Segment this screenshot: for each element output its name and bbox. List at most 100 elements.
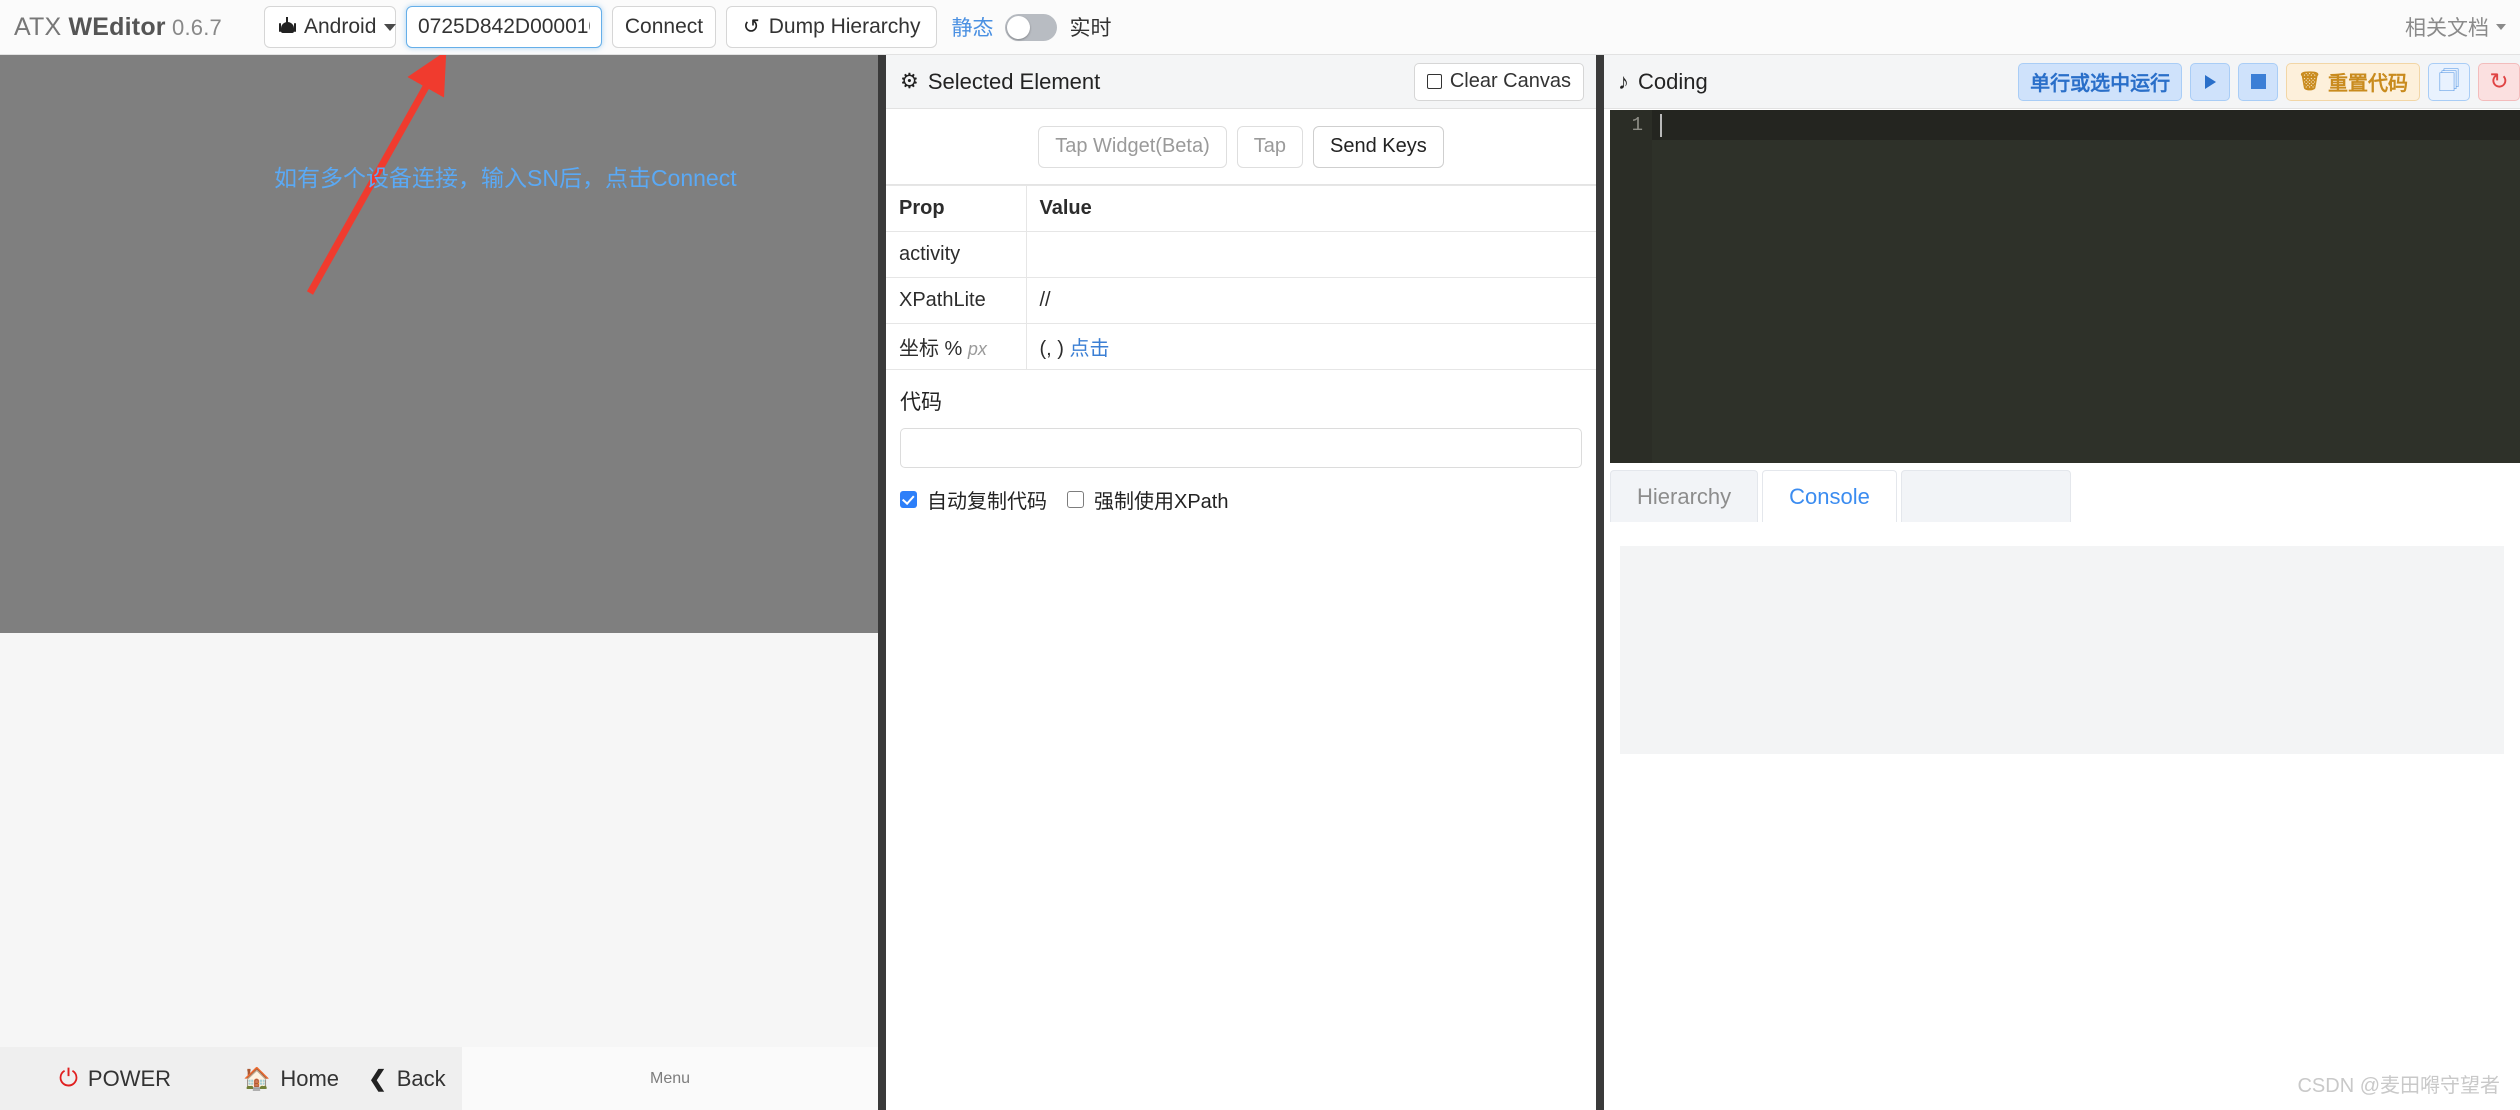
prop-value-activity [1026, 232, 1596, 278]
prop-value-coordinates: (, ) 点击 [1026, 324, 1596, 370]
refresh-icon: ↻ [743, 17, 760, 37]
code-options-row: 自动复制代码 强制使用XPath [900, 485, 1582, 514]
annotation-text: 如有多个设备连接，输入SN后，点击Connect [274, 160, 834, 197]
device-back-button[interactable]: ❮ Back [352, 1047, 462, 1110]
send-keys-label: Send Keys [1330, 135, 1427, 158]
element-actions-row: Tap Widget(Beta) Tap Send Keys [886, 109, 1596, 185]
copy-code-button[interactable]: 🗍 [2428, 63, 2470, 101]
related-docs-label: 相关文档 [2405, 12, 2489, 42]
coding-title: ♪ Coding [1618, 69, 1708, 95]
connect-button[interactable]: Connect [612, 6, 716, 48]
coding-toolbar: 单行或选中运行 🗑 重置代码 🗍 ↻ [2018, 63, 2520, 101]
device-screen-pane: 如有多个设备连接，输入SN后，点击Connect ⏻ POWER 🏠 Home … [0, 55, 878, 1110]
properties-table: Prop Value activity XPathLite // 坐标 % px… [886, 185, 1596, 370]
splitter-right[interactable] [1596, 55, 1604, 1110]
tap-button[interactable]: Tap [1237, 126, 1303, 168]
trash-icon: 🗑 [2298, 71, 2321, 92]
device-canvas[interactable]: 如有多个设备连接，输入SN后，点击Connect [0, 55, 878, 633]
app-title: ATX WEditor 0.6.7 [14, 13, 222, 42]
chevron-down-icon [2496, 24, 2506, 30]
run-selection-label: 单行或选中运行 [2030, 67, 2170, 96]
tab-hierarchy-label: Hierarchy [1637, 484, 1731, 510]
tap-label: Tap [1254, 135, 1286, 158]
platform-select[interactable]: Android [264, 6, 396, 48]
coord-label: 坐标 % [899, 338, 962, 360]
table-header-prop: Prop [886, 186, 1026, 232]
prop-name-coordinates: 坐标 % px [886, 324, 1026, 370]
stop-button[interactable] [2238, 63, 2278, 101]
splitter-left[interactable] [878, 55, 886, 1110]
power-icon: ⏻ [59, 1067, 78, 1091]
auto-copy-checkbox[interactable] [900, 491, 917, 508]
serial-number-input[interactable] [406, 6, 602, 48]
stop-icon [2251, 74, 2266, 89]
editor-active-line [1610, 110, 2520, 140]
prop-name-xpathlite: XPathLite [886, 278, 1026, 324]
brand-name: WEditor [69, 13, 166, 41]
tab-console-label: Console [1789, 484, 1870, 510]
code-label: 代码 [900, 386, 1582, 416]
chevron-left-icon: ❮ [368, 1068, 386, 1090]
mode-toggle-switch[interactable] [1005, 14, 1057, 41]
selected-element-pane: ⚙ Selected Element Clear Canvas Tap Widg… [886, 55, 1596, 1110]
send-keys-button[interactable]: Send Keys [1313, 126, 1444, 168]
dump-hierarchy-button[interactable]: ↻ Dump Hierarchy [726, 6, 937, 48]
prop-value-xpathlite: // [1026, 278, 1596, 324]
music-note-icon: ♪ [1618, 71, 1629, 93]
device-power-label: POWER [88, 1066, 171, 1092]
table-header-row: Prop Value [886, 186, 1596, 232]
editor-gutter: 1 [1610, 110, 1652, 463]
chevron-down-icon [384, 24, 396, 31]
coding-header: ♪ Coding 单行或选中运行 🗑 重置代码 🗍 ↻ [1604, 55, 2520, 109]
code-section: 代码 自动复制代码 强制使用XPath [886, 370, 1596, 514]
run-button[interactable] [2190, 63, 2230, 101]
device-control-bar: ⏻ POWER 🏠 Home ❮ Back Menu [0, 1047, 878, 1110]
toggle-knob [1007, 16, 1030, 39]
tab-hierarchy[interactable]: Hierarchy [1610, 470, 1758, 522]
selected-element-title: ⚙ Selected Element [900, 69, 1100, 95]
device-power-button[interactable]: ⏻ POWER [0, 1047, 230, 1110]
run-selection-button[interactable]: 单行或选中运行 [2018, 63, 2182, 101]
coord-click-link[interactable]: 点击 [1070, 338, 1110, 360]
mode-live-label: 实时 [1069, 12, 1111, 42]
tab-empty[interactable] [1901, 470, 2071, 522]
app-header: ATX WEditor 0.6.7 Android Connect ↻ Dump… [0, 0, 2520, 55]
connect-button-label: Connect [625, 15, 703, 39]
tab-console[interactable]: Console [1762, 470, 1897, 522]
coding-pane: ♪ Coding 单行或选中运行 🗑 重置代码 🗍 ↻ [1604, 55, 2520, 1110]
force-xpath-checkbox[interactable] [1067, 491, 1084, 508]
android-icon [279, 17, 296, 37]
console-panel [1604, 522, 2520, 1110]
home-icon: 🏠 [243, 1068, 270, 1090]
table-row: XPathLite // [886, 278, 1596, 324]
checkbox-icon [1427, 74, 1442, 89]
device-menu-label: Menu [650, 1070, 690, 1088]
auto-copy-label: 自动复制代码 [927, 485, 1047, 514]
code-editor[interactable]: 1 [1610, 110, 2520, 463]
tap-widget-button[interactable]: Tap Widget(Beta) [1038, 126, 1227, 168]
selected-element-title-label: Selected Element [928, 69, 1100, 95]
reset-code-button[interactable]: 🗑 重置代码 [2286, 63, 2420, 101]
device-home-label: Home [280, 1066, 339, 1092]
play-icon [2205, 75, 2216, 89]
mode-toggle-group: 静态 实时 [951, 12, 1111, 42]
related-docs-menu[interactable]: 相关文档 [2405, 12, 2506, 42]
selected-element-header: ⚙ Selected Element Clear Canvas [886, 55, 1596, 109]
console-output [1620, 546, 2504, 754]
reload-icon: ↻ [2489, 70, 2508, 93]
device-home-button[interactable]: 🏠 Home [230, 1047, 352, 1110]
watermark: CSDN @麦田嘚守望者 [2297, 1069, 2500, 1098]
line-number: 1 [1632, 114, 1643, 136]
device-back-label: Back [397, 1066, 446, 1092]
table-row: 坐标 % px (, ) 点击 [886, 324, 1596, 370]
tap-widget-label: Tap Widget(Beta) [1055, 135, 1210, 158]
coord-value: (, ) [1040, 338, 1064, 360]
code-input[interactable] [900, 428, 1582, 468]
device-menu-button[interactable]: Menu [462, 1047, 878, 1110]
gear-icon: ⚙ [900, 71, 919, 92]
reload-button[interactable]: ↻ [2478, 63, 2520, 101]
prop-name-activity: activity [886, 232, 1026, 278]
clear-canvas-button[interactable]: Clear Canvas [1414, 63, 1584, 101]
brand-prefix: ATX [14, 13, 69, 41]
force-xpath-label: 强制使用XPath [1094, 485, 1228, 514]
